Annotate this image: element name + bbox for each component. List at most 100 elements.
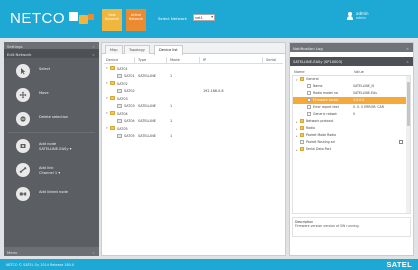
property-row[interactable]: Radio model na SATELLINE-EAs bbox=[293, 90, 410, 97]
folder-icon bbox=[300, 147, 304, 151]
tab-map[interactable]: Map bbox=[105, 45, 123, 54]
table-row[interactable]: SAT04 SATELLINE 1 bbox=[104, 118, 283, 126]
new-network-button[interactable]: New Network bbox=[102, 9, 122, 31]
property-name: Radio model na bbox=[313, 91, 338, 96]
expand-toggle-icon[interactable]: ▾ bbox=[106, 96, 108, 100]
column-header-mode[interactable]: Mode bbox=[170, 58, 180, 62]
chevron-down-icon: ▾ bbox=[69, 146, 72, 151]
table-row[interactable]: SAT02 192.168.0.8 bbox=[104, 88, 283, 96]
add-link-channel-select[interactable]: Channel 1 ▾ bbox=[39, 171, 60, 176]
network-select-value: net1 bbox=[195, 16, 203, 20]
property-row[interactable]: Packet Routing ad bbox=[293, 139, 410, 146]
close-icon[interactable]: × bbox=[92, 52, 95, 57]
notification-log-header[interactable]: Notification Log × bbox=[290, 43, 413, 52]
property-value[interactable]: 0. 0. 0 ERROR: CAR bbox=[353, 105, 384, 109]
property-checkbox[interactable] bbox=[399, 140, 403, 144]
close-icon[interactable]: × bbox=[406, 46, 409, 51]
expand-toggle-icon[interactable]: ▸ bbox=[296, 134, 298, 138]
sidebar-item-move[interactable]: Move bbox=[4, 84, 99, 106]
description-box: Description Firmware version version of … bbox=[292, 217, 411, 237]
column-header-type[interactable]: Type bbox=[138, 58, 146, 62]
expand-toggle-icon[interactable]: ▸ bbox=[296, 120, 298, 124]
cell-device: SAT05 bbox=[124, 134, 135, 138]
property-value[interactable]: SATELLINE-EAs bbox=[353, 91, 377, 95]
table-row[interactable]: ▾ SAT02 bbox=[104, 80, 283, 88]
expand-toggle-icon[interactable]: ▾ bbox=[106, 81, 108, 85]
property-row[interactable]: Error report text 0. 0. 0 ERROR: CAR bbox=[293, 104, 410, 111]
network-select[interactable]: net1 ▾ bbox=[193, 14, 215, 21]
property-name: Packet Routing ad bbox=[306, 140, 335, 145]
expand-toggle-icon[interactable]: ▸ bbox=[296, 148, 298, 152]
active-network-button[interactable]: Active Network bbox=[126, 9, 146, 31]
expand-toggle-icon[interactable]: ▾ bbox=[106, 126, 108, 130]
column-header-device[interactable]: Device bbox=[106, 58, 118, 62]
property-row[interactable]: ▸ Packet Mode Radio bbox=[293, 132, 410, 139]
status-bar: NETCO © SATEL Oy 2014 Release 180.0 SATE… bbox=[0, 259, 418, 270]
folder-icon bbox=[300, 119, 304, 123]
property-value[interactable]: SATELLINE_N bbox=[353, 84, 374, 88]
folder-icon bbox=[110, 81, 115, 86]
menu-section-header[interactable]: Menu × bbox=[4, 247, 99, 256]
property-grid-scrollbar[interactable] bbox=[406, 76, 410, 213]
property-name: Serial Data Port bbox=[306, 147, 331, 152]
sidebar-item-add-link[interactable]: Add link Channel 1 ▾ bbox=[4, 159, 99, 181]
property-icon bbox=[307, 91, 311, 95]
property-value[interactable]: 3.0.0.0 bbox=[353, 98, 364, 102]
table-row[interactable]: SAT01 SATELLINE 1 bbox=[104, 73, 283, 81]
close-icon[interactable]: × bbox=[92, 44, 95, 49]
table-row[interactable]: SAT05 SATELLINE 1 bbox=[104, 133, 283, 141]
chevron-down-icon: ▾ bbox=[58, 170, 61, 175]
table-row[interactable]: SAT03 SATELLINE 1 bbox=[104, 103, 283, 111]
tab-device-list[interactable]: Device list bbox=[154, 45, 183, 55]
tab-topology[interactable]: Topology bbox=[124, 45, 150, 54]
property-name: Packet Mode Radio bbox=[306, 133, 337, 138]
top-bar: NETCO New Network Active Network Select … bbox=[0, 0, 418, 38]
settings-section-header[interactable]: Settings × bbox=[4, 42, 99, 50]
table-row[interactable]: ▾ SAT03 bbox=[104, 95, 283, 103]
cell-device: SAT01 bbox=[124, 74, 135, 78]
property-row[interactable]: ▸ Network protocol bbox=[293, 118, 410, 125]
property-value[interactable]: 0 bbox=[353, 112, 355, 116]
sidebar-item-add-linked-node[interactable]: Add linked node bbox=[4, 183, 99, 205]
column-header-name[interactable]: Name bbox=[294, 70, 305, 74]
property-name: Generic reboot bbox=[313, 112, 337, 117]
column-header-ip[interactable]: IP bbox=[203, 58, 206, 62]
scrollbar-thumb[interactable] bbox=[406, 82, 410, 126]
cell-ip: 192.168.0.8 bbox=[203, 89, 224, 93]
sidebar-item-delete[interactable]: Delete selection bbox=[4, 108, 99, 130]
column-header-value[interactable]: Value bbox=[354, 70, 364, 74]
device-table-header: Device Type Mode IP Serial bbox=[104, 56, 283, 64]
property-grid-header: Name Value bbox=[292, 68, 411, 76]
sidebar-item-select[interactable]: Select bbox=[4, 60, 99, 82]
column-header-serial[interactable]: Serial bbox=[266, 58, 276, 62]
expand-toggle-icon[interactable]: ▾ bbox=[106, 111, 108, 115]
description-text: Firmware version version of SW running. bbox=[295, 224, 360, 228]
cell-device: SAT04 bbox=[117, 111, 128, 116]
sidebar-item-label: Add linked node bbox=[39, 190, 68, 194]
edit-network-section-header[interactable]: Edit Network × bbox=[4, 50, 99, 58]
user-icon[interactable] bbox=[346, 12, 353, 21]
table-row[interactable]: ▾ SAT01 bbox=[104, 65, 283, 73]
folder-icon bbox=[300, 126, 304, 130]
expand-toggle-icon[interactable]: ▾ bbox=[296, 78, 298, 82]
delete-icon bbox=[16, 112, 30, 126]
close-icon[interactable]: × bbox=[92, 250, 95, 255]
add-node-type-select[interactable]: SATELLINE-EASy ▾ bbox=[39, 147, 71, 152]
property-row[interactable]: Generic reboot 0 bbox=[293, 111, 410, 118]
add-node-icon bbox=[16, 139, 30, 153]
table-row[interactable]: ▾ SAT05 bbox=[104, 125, 283, 133]
table-row[interactable]: ▾ SAT04 bbox=[104, 110, 283, 118]
property-row[interactable]: ▾ General bbox=[293, 76, 410, 83]
cell-device: SAT02 bbox=[117, 81, 128, 86]
close-icon[interactable]: × bbox=[406, 60, 409, 64]
user-menu[interactable]: admin admin bbox=[356, 11, 369, 21]
device-node-icon bbox=[117, 88, 122, 93]
expand-toggle-icon[interactable]: ▾ bbox=[106, 66, 108, 70]
property-row[interactable]: Name SATELLINE_N bbox=[293, 83, 410, 90]
property-row[interactable]: ▸ Serial Data Port bbox=[293, 146, 410, 153]
property-row[interactable]: Firmware versio 3.0.0.0 bbox=[293, 97, 410, 104]
sidebar-item-add-node[interactable]: Add node SATELLINE-EASy ▾ bbox=[4, 135, 99, 157]
expand-toggle-icon[interactable]: ▸ bbox=[296, 127, 298, 131]
folder-icon bbox=[300, 77, 304, 81]
property-row[interactable]: ▸ Radio bbox=[293, 125, 410, 132]
